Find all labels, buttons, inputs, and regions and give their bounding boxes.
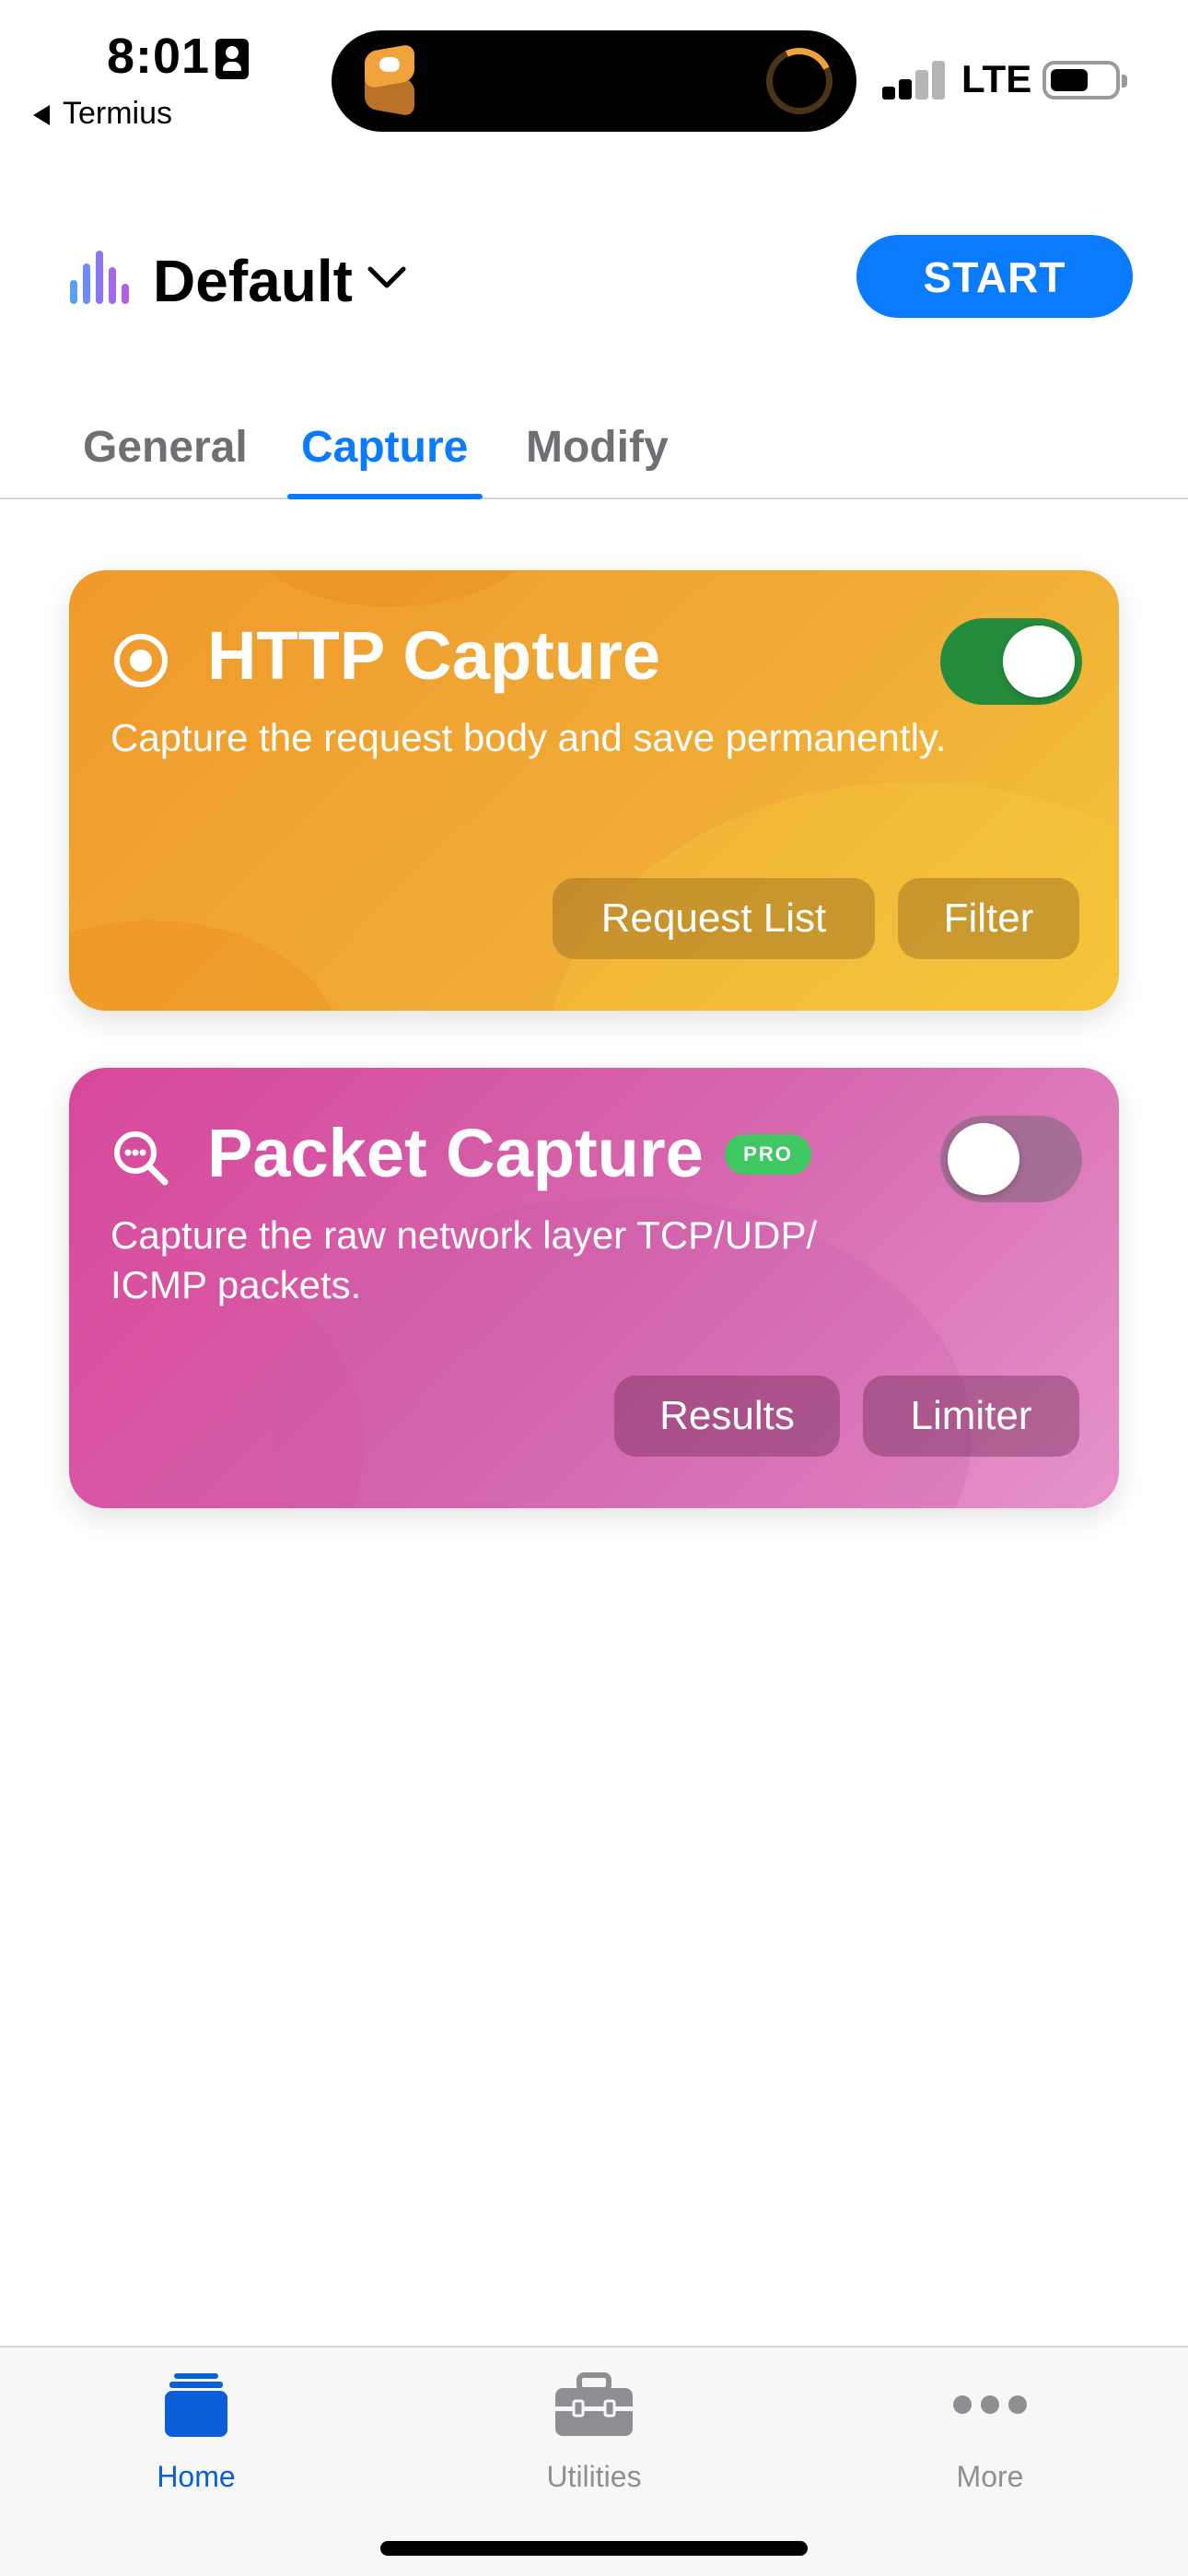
back-triangle-icon: [33, 105, 50, 125]
pro-badge: PRO: [725, 1134, 811, 1175]
filter-button[interactable]: Filter: [898, 878, 1079, 959]
http-capture-title: HTTP Capture: [207, 617, 661, 694]
island-app-icon: [359, 43, 420, 117]
toolbox-icon: [555, 2372, 633, 2436]
record-icon: [114, 634, 168, 687]
packet-capture-title: Packet Capture: [207, 1115, 704, 1191]
back-to-app-link[interactable]: Termius: [33, 96, 172, 132]
packet-capture-toggle[interactable]: [940, 1116, 1082, 1202]
limiter-button[interactable]: Limiter: [863, 1376, 1079, 1457]
tab-more-label: More: [956, 2460, 1024, 2493]
results-button[interactable]: Results: [614, 1376, 840, 1457]
battery-icon: [1042, 61, 1127, 100]
tab-general[interactable]: General: [83, 422, 248, 473]
profile-waveform-icon: [70, 249, 129, 304]
profile-selector[interactable]: Default: [153, 247, 353, 315]
request-list-button[interactable]: Request List: [553, 878, 875, 959]
http-capture-card: HTTP Capture Capture the request body an…: [69, 570, 1119, 1011]
start-button[interactable]: START: [856, 235, 1133, 318]
home-indicator[interactable]: [380, 2541, 808, 2556]
back-app-label: Termius: [63, 96, 173, 131]
header: Default START: [0, 212, 1188, 341]
magnifier-icon: [114, 1131, 169, 1186]
card-decoration: [69, 920, 345, 1011]
active-tab-indicator: [287, 494, 483, 499]
toggle-knob: [948, 1123, 1019, 1195]
toggle-knob: [1003, 626, 1075, 697]
tab-capture[interactable]: Capture: [301, 422, 468, 473]
chevron-down-icon[interactable]: [367, 256, 407, 297]
contact-card-icon: [215, 39, 249, 79]
tab-home-label: Home: [157, 2460, 236, 2493]
home-stack-icon: [165, 2373, 227, 2437]
packet-capture-card: Packet Capture PRO Capture the raw netwo…: [69, 1068, 1119, 1508]
status-bar: 8:01 Termius LTE: [0, 0, 1188, 147]
tab-modify[interactable]: Modify: [526, 422, 669, 473]
http-capture-toggle[interactable]: [940, 618, 1082, 705]
more-dots-icon: [953, 2395, 1027, 2414]
http-capture-description: Capture the request body and save perman…: [111, 716, 947, 759]
tab-bar-top: General Capture Modify: [0, 396, 1188, 499]
card-decoration: [235, 570, 548, 607]
status-time: 8:01: [107, 29, 211, 84]
tab-utilities-label: Utilities: [546, 2460, 642, 2493]
packet-capture-description: Capture the raw network layer TCP/UDP/ I…: [111, 1213, 818, 1306]
cellular-signal-icon: [882, 61, 947, 100]
network-type: LTE: [961, 57, 1032, 100]
